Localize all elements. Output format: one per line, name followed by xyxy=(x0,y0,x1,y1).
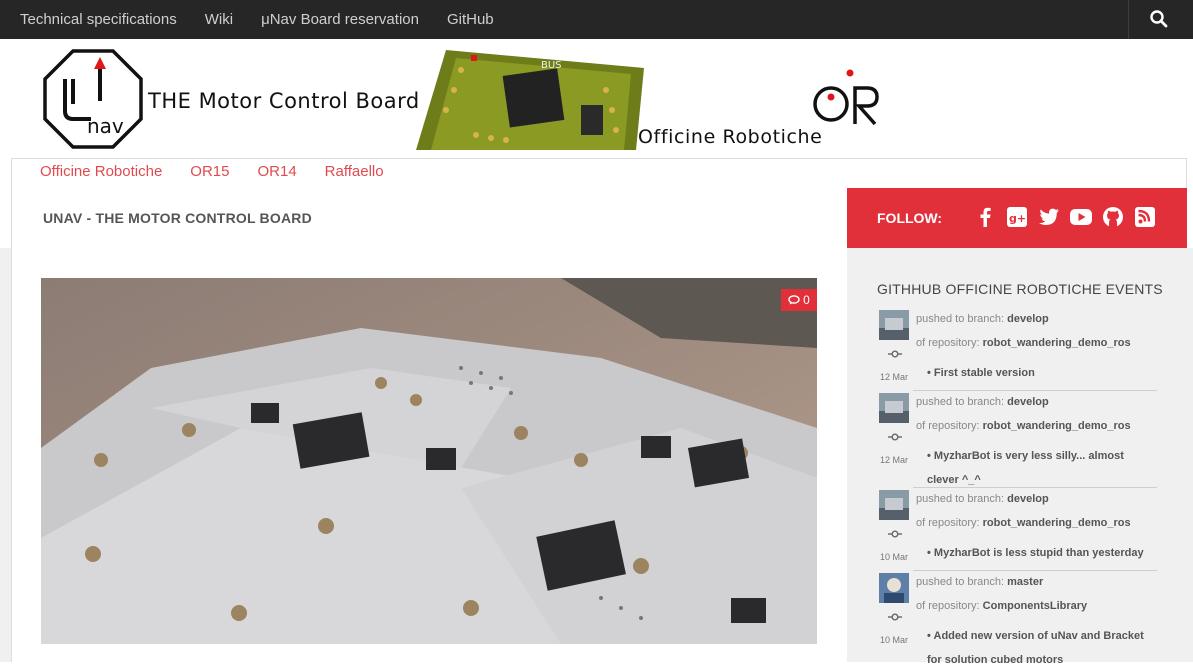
avatar[interactable] xyxy=(879,310,909,340)
svg-text:nav: nav xyxy=(87,114,124,138)
facebook-icon[interactable] xyxy=(973,205,997,229)
avatar[interactable] xyxy=(879,490,909,520)
pcb-image: BUS xyxy=(416,50,644,150)
event-divider xyxy=(913,390,1157,391)
commit-icon xyxy=(888,613,902,621)
topnav-technical-specifications[interactable]: Technical specifications xyxy=(20,11,177,28)
or-logo xyxy=(813,69,879,126)
header-banner[interactable]: nav THE Motor Control Board BUS Officine… xyxy=(43,49,893,150)
branch-link[interactable]: develop xyxy=(1007,396,1049,408)
avatar[interactable] xyxy=(879,573,909,603)
comment-count: 0 xyxy=(803,293,810,307)
github-event: 12 Mar pushed to branch: develop of repo… xyxy=(877,310,1157,391)
branch-link[interactable]: master xyxy=(1007,576,1043,588)
repo-link[interactable]: robot_wandering_demo_ros xyxy=(983,337,1131,349)
commit-icon xyxy=(888,530,902,538)
event-divider xyxy=(913,570,1157,571)
left-gutter xyxy=(0,248,11,662)
svg-text:BUS: BUS xyxy=(541,60,562,71)
google-plus-icon[interactable]: g+ xyxy=(1005,205,1029,229)
repo-link[interactable]: robot_wandering_demo_ros xyxy=(983,420,1131,432)
event-date: 12 Mar xyxy=(880,455,909,465)
github-event: 10 Mar pushed to branch: develop of repo… xyxy=(877,490,1157,573)
comment-icon xyxy=(788,295,800,305)
event-date: 10 Mar xyxy=(880,552,909,562)
follow-label: FOLLOW: xyxy=(877,210,943,226)
event-divider xyxy=(913,487,1157,488)
github-event: 12 Mar pushed to branch: develop of repo… xyxy=(877,393,1157,490)
branch-link[interactable]: develop xyxy=(1007,313,1049,325)
commit-message[interactable]: • MyzharBot is very less silly... almost… xyxy=(927,444,1157,492)
commit-message[interactable]: • First stable version xyxy=(927,361,1157,385)
unav-logo: nav xyxy=(43,49,143,149)
event-date: 10 Mar xyxy=(880,635,909,645)
youtube-icon[interactable] xyxy=(1069,205,1093,229)
subnav-or14[interactable]: OR14 xyxy=(257,163,296,180)
rss-icon[interactable] xyxy=(1133,205,1157,229)
avatar[interactable] xyxy=(879,393,909,423)
repo-label: of repository: xyxy=(916,337,980,349)
secondary-nav: Officine Robotiche OR15 OR14 Raffaello xyxy=(40,163,412,180)
follow-bar: FOLLOW: g+ xyxy=(847,188,1187,248)
officine-robotiche-wordmark: Officine Robotiche xyxy=(638,126,823,148)
github-icon[interactable] xyxy=(1101,205,1125,229)
topnav-github[interactable]: GitHub xyxy=(447,11,494,28)
repo-label: of repository: xyxy=(916,517,980,529)
repo-label: of repository: xyxy=(916,600,980,612)
svg-text:g+: g+ xyxy=(1009,212,1026,225)
topnav-wiki[interactable]: Wiki xyxy=(205,11,233,28)
top-navbar: Technical specifications Wiki μNav Board… xyxy=(0,0,1193,39)
repo-label: of repository: xyxy=(916,420,980,432)
github-event: 10 Mar pushed to branch: master of repos… xyxy=(877,573,1157,666)
commit-message[interactable]: • Added new version of uNav and Bracket … xyxy=(927,624,1157,672)
subnav-or15[interactable]: OR15 xyxy=(190,163,229,180)
twitter-icon[interactable] xyxy=(1037,205,1061,229)
repo-link[interactable]: ComponentsLibrary xyxy=(983,600,1088,612)
pushed-label: pushed to branch: xyxy=(916,493,1005,505)
repo-link[interactable]: robot_wandering_demo_ros xyxy=(983,517,1131,529)
event-date: 12 Mar xyxy=(880,372,909,382)
page-title: UNAV - THE MOTOR CONTROL BOARD xyxy=(43,210,312,226)
top-nav: Technical specifications Wiki μNav Board… xyxy=(20,0,522,39)
topnav-unav-board-reservation[interactable]: μNav Board reservation xyxy=(261,11,419,28)
commit-icon xyxy=(888,350,902,358)
comment-count-badge[interactable]: 0 xyxy=(781,289,817,311)
subnav-officine-robotiche[interactable]: Officine Robotiche xyxy=(40,163,162,180)
pushed-label: pushed to branch: xyxy=(916,313,1005,325)
branch-link[interactable]: develop xyxy=(1007,493,1049,505)
pushed-label: pushed to branch: xyxy=(916,576,1005,588)
subnav-raffaello[interactable]: Raffaello xyxy=(325,163,384,180)
pushed-label: pushed to branch: xyxy=(916,396,1005,408)
sidebar-title: GITHHUB OFFICINE ROBOTICHE EVENTS xyxy=(877,281,1163,297)
board-photo[interactable] xyxy=(41,278,817,644)
commit-message[interactable]: • MyzharBot is less stupid than yesterda… xyxy=(927,541,1157,565)
commit-icon xyxy=(888,433,902,441)
search-divider xyxy=(1128,0,1129,39)
search-icon[interactable] xyxy=(1149,9,1169,29)
